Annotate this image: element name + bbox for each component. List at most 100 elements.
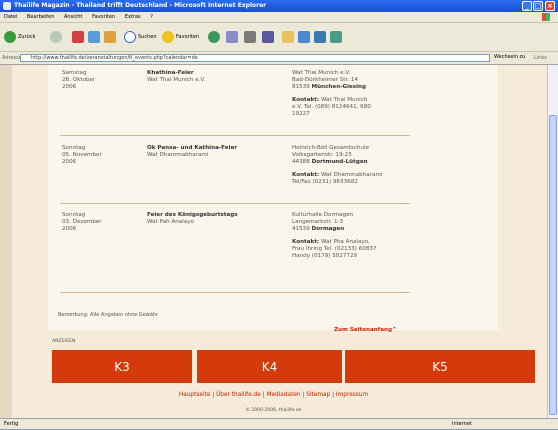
folder-icon — [282, 31, 294, 43]
event-organizer: Wat Dhammabharami — [147, 152, 209, 158]
search-icon — [124, 31, 136, 43]
venue-street: Bad-Dürkheimer Str. 14 — [292, 77, 358, 83]
favorites-button[interactable]: Favoriten — [162, 29, 199, 45]
event-organizer: Wat Thai Munich e.V. — [147, 77, 206, 83]
event-organizer: Wat Pah Analayo — [147, 219, 194, 225]
edit-button[interactable] — [262, 29, 276, 45]
page-viewport: Samstag 28. Oktober 2006 Khathina-Feier … — [0, 65, 547, 418]
edit-icon — [262, 31, 274, 43]
venue-zip: 81539 — [292, 84, 310, 90]
contact-line: Handy (0179) 5027729 — [292, 253, 358, 259]
event-year: 2006 — [62, 226, 77, 232]
disclaimer-text: Bemerkung: Alle Angaben ohne Gewähr — [58, 312, 159, 318]
search-button[interactable]: Suchen — [124, 29, 157, 45]
footer-link-sitemap[interactable]: Sitemap — [306, 392, 330, 398]
menu-bearbeiten[interactable]: Bearbeiten — [27, 14, 54, 20]
contact-line: Wat Thai Munich — [320, 97, 368, 103]
scrollbar-thumb[interactable] — [549, 115, 557, 415]
ads-label: ANZEIGEN — [52, 339, 76, 344]
home-button[interactable] — [104, 29, 118, 45]
footer-separator: | — [262, 392, 265, 398]
forward-button[interactable] — [50, 29, 64, 45]
ie-icon — [3, 2, 11, 10]
contact-label: Kontakt: — [292, 239, 320, 245]
footer-link-about[interactable]: Über thailife.de — [216, 392, 261, 398]
footer-separator: | — [332, 392, 335, 398]
event-date: Sonntag 03. Dezember 2006 — [62, 212, 132, 233]
messenger-button[interactable] — [298, 29, 312, 45]
footer-link-mediadata[interactable]: Mediadaten — [266, 392, 300, 398]
contact-label: Kontakt: — [292, 97, 320, 103]
mail-button[interactable] — [226, 29, 240, 45]
toolbar: Zurück Suchen Favoriten — [0, 23, 558, 52]
venue-name: Wat Thai Munich e.V. — [292, 70, 351, 76]
event-venue: Heinrich-Böll Gesamtschule Volksgartenst… — [292, 145, 412, 186]
back-to-top-link[interactable]: Zum Seitenanfang^ — [334, 327, 397, 333]
page-left-gutter — [0, 65, 12, 418]
event-info: Feier des Königsgeburtstags Wat Pah Anal… — [147, 212, 287, 226]
event-day: Sonntag — [62, 212, 86, 218]
refresh-icon — [88, 31, 100, 43]
address-bar: Adresse http://www.thailife.de/veranstal… — [0, 52, 558, 65]
status-text: Fertig — [4, 421, 19, 427]
contact-line: Wat Dhammabharami — [320, 172, 383, 178]
event-day: Sonntag — [62, 145, 86, 151]
event-title: Feier des Königsgeburtstags — [147, 212, 238, 218]
print-button[interactable] — [244, 29, 258, 45]
event-date-text: 28. Oktober — [62, 77, 96, 83]
history-button[interactable] — [208, 29, 222, 45]
ad-banner-k4[interactable]: K4 — [197, 350, 342, 383]
event-day: Samstag — [62, 70, 87, 76]
status-zone: Internet — [452, 421, 472, 427]
stop-button[interactable] — [72, 29, 86, 45]
research-icon — [314, 31, 326, 43]
venue-city: Dortmund-Lütgen — [311, 159, 368, 165]
menu-favoriten[interactable]: Favoriten — [92, 14, 115, 20]
event-year: 2006 — [62, 159, 77, 165]
event-date-text: 05. November — [62, 152, 102, 158]
go-button[interactable]: Wechseln zu — [494, 54, 525, 60]
close-button[interactable]: × — [545, 1, 555, 11]
menu-help[interactable]: ? — [150, 14, 153, 20]
venue-city: Dormagen — [311, 226, 345, 232]
footer-link-home[interactable]: Hauptseite — [179, 392, 211, 398]
footer-nav: Hauptseite | Über thailife.de | Mediadat… — [0, 392, 547, 398]
address-input[interactable]: http://www.thailife.de/veranstaltungen/t… — [20, 54, 490, 62]
maximize-button[interactable]: □ — [533, 1, 543, 11]
links-button[interactable]: Links — [534, 55, 547, 61]
back-label: Zurück — [18, 34, 36, 40]
windows-logo-icon — [542, 13, 550, 21]
ad-banner-k5[interactable]: K5 — [345, 350, 535, 383]
back-button[interactable]: Zurück — [4, 29, 35, 45]
events-content — [48, 65, 498, 330]
status-bar: Fertig Internet — [0, 418, 558, 429]
research-button[interactable] — [314, 29, 328, 45]
event-divider — [60, 203, 410, 204]
tools-icon — [330, 31, 342, 43]
menu-ansicht[interactable]: Ansicht — [64, 14, 82, 20]
star-icon — [162, 31, 174, 43]
window-titlebar: Thailife Magazin - Thailand trifft Deuts… — [0, 0, 558, 12]
event-date: Sonntag 05. November 2006 — [62, 145, 132, 166]
history-icon — [208, 31, 220, 43]
contact-line: Frau Ihring Tel. (02133) 60837 — [292, 246, 377, 252]
vertical-scrollbar[interactable] — [547, 65, 558, 418]
menu-extras[interactable]: Extras — [125, 14, 141, 20]
back-arrow-icon — [4, 31, 16, 43]
favorites-label: Favoriten — [176, 34, 200, 40]
venue-city: München-Giesing — [311, 84, 367, 90]
footer-link-imprint[interactable]: Impressum — [336, 392, 368, 398]
contact-line: Wat Pha Analayo, — [320, 239, 370, 245]
tools-button[interactable] — [330, 29, 344, 45]
event-title: Khathina-Feier — [147, 70, 194, 76]
minimize-button[interactable]: _ — [522, 1, 532, 11]
folder-button[interactable] — [282, 29, 296, 45]
venue-zip: 44388 — [292, 159, 310, 165]
contact-label: Kontakt: — [292, 172, 320, 178]
refresh-button[interactable] — [88, 29, 102, 45]
ad-banner-k3[interactable]: K3 — [52, 350, 192, 383]
menu-datei[interactable]: Datei — [4, 14, 17, 20]
search-label: Suchen — [138, 34, 157, 40]
event-info: Ok Pansa- und Kathina-Feier Wat Dhammabh… — [147, 145, 287, 159]
event-year: 2006 — [62, 84, 77, 90]
